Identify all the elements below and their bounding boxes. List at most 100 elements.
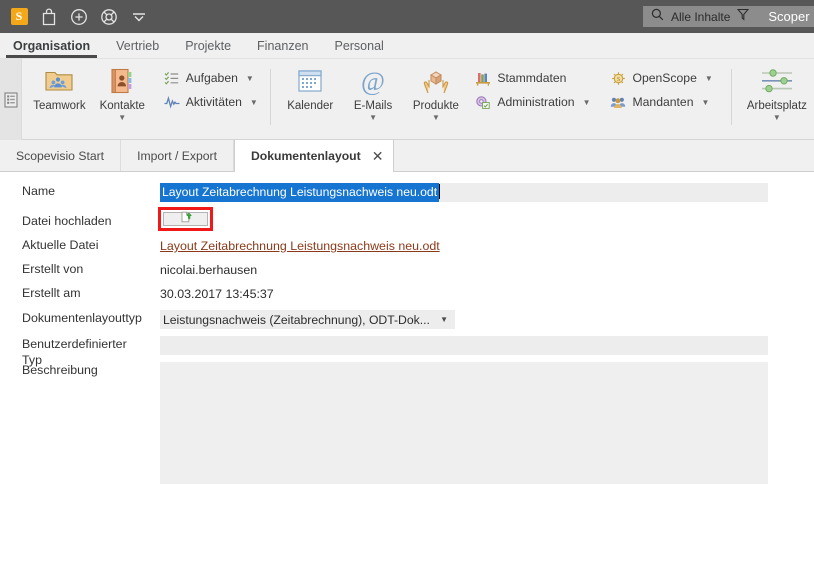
tab-personal[interactable]: Personal xyxy=(321,39,396,58)
created-by-value: nicolai.berhausen xyxy=(160,263,258,277)
chevron-down-icon[interactable]: ▼ xyxy=(705,74,713,83)
layout-type-wrapper: Leistungsnachweis (Zeitabrechnung), ODT-… xyxy=(160,310,455,329)
ribbon-button-stammdaten[interactable]: Stammdaten xyxy=(475,70,594,86)
ribbon-label-kontakte: Kontakte xyxy=(99,100,145,112)
ribbon-button-aufgaben[interactable]: Aufgaben ▼ xyxy=(164,70,262,86)
task-list-icon xyxy=(164,70,180,86)
doc-tab-label: Scopevisio Start xyxy=(16,148,105,163)
upload-button-highlight-annotation xyxy=(158,207,213,231)
sliders-icon xyxy=(757,65,797,97)
chevron-down-icon[interactable]: ▼ xyxy=(440,315,448,324)
chevron-down-icon[interactable] xyxy=(129,7,149,27)
form-row-created-at: Erstellt am 30.03.2017 13:45:37 xyxy=(0,285,814,301)
layout-type-dropdown[interactable]: Leistungsnachweis (Zeitabrechnung), ODT-… xyxy=(160,310,455,329)
form-row-upload: Datei hochladen xyxy=(0,213,814,229)
chevron-down-icon[interactable]: ▼ xyxy=(246,74,254,83)
ribbon-button-kalender[interactable]: Kalender xyxy=(279,59,342,112)
global-search-bar[interactable]: Alle Inhalte Scoper xyxy=(643,6,814,27)
form-row-name: Name Layout Zeitabrechnung Leistungsnach… xyxy=(0,183,814,202)
custom-type-input[interactable] xyxy=(160,336,768,355)
current-file-link[interactable]: Layout Zeitabrechnung Leistungsnachweis … xyxy=(160,239,440,253)
logo-glyph: S xyxy=(10,8,28,25)
chevron-down-icon[interactable]: ▼ xyxy=(432,114,440,122)
calendar-icon xyxy=(296,65,324,97)
box-hands-icon xyxy=(421,65,451,97)
svg-text:S: S xyxy=(617,77,620,83)
name-input[interactable]: Layout Zeitabrechnung Leistungsnachweis … xyxy=(160,183,768,202)
panel-list-icon[interactable] xyxy=(0,59,22,140)
doc-tab-label: Import / Export xyxy=(137,148,217,163)
ribbon-label-administration: Administration xyxy=(497,95,575,109)
doc-tab-label: Dokumentenlayout xyxy=(250,149,361,163)
document-tab-strip: Scopevisio Start Import / Export Dokumen… xyxy=(0,140,814,172)
field-name-wrapper[interactable]: Layout Zeitabrechnung Leistungsnachweis … xyxy=(160,183,768,202)
scopevisio-logo-icon[interactable]: S xyxy=(9,7,29,27)
close-icon[interactable]: ✕ xyxy=(372,149,384,163)
name-input-value: Layout Zeitabrechnung Leistungsnachweis … xyxy=(160,183,440,202)
ribbon-button-produkte[interactable]: Produkte ▼ xyxy=(404,59,467,122)
chevron-down-icon[interactable]: ▼ xyxy=(583,98,591,107)
label-aktuelle-datei: Aktuelle Datei xyxy=(22,238,99,252)
admin-gear-icon xyxy=(475,94,491,110)
shopping-bag-icon[interactable] xyxy=(39,7,59,27)
description-wrapper xyxy=(160,362,768,484)
ribbon-label-openscope: OpenScope xyxy=(632,71,697,85)
main-navigation-tabs: Organisation Vertrieb Projekte Finanzen … xyxy=(0,33,814,59)
ribbon-toolbar: Teamwork Kontakte ▼ Aufgaben ▼ Aktivität… xyxy=(0,59,814,140)
created-at-value: 30.03.2017 13:45:37 xyxy=(160,287,274,301)
chevron-down-icon[interactable]: ▼ xyxy=(250,98,258,107)
label-erstellt-am: Erstellt am xyxy=(22,286,81,300)
ribbon-divider-2 xyxy=(730,69,732,125)
text-caret xyxy=(439,184,441,199)
chevron-down-icon[interactable]: ▼ xyxy=(701,98,709,107)
tab-finanzen[interactable]: Finanzen xyxy=(244,39,321,58)
label-datei-hochladen: Datei hochladen xyxy=(22,214,112,228)
form-row-layout-type: Dokumentenlayouttyp Leistungsnachweis (Z… xyxy=(0,310,814,329)
tab-projekte[interactable]: Projekte xyxy=(172,39,244,58)
ribbon-button-emails[interactable]: @ E-Mails ▼ xyxy=(342,59,405,122)
ribbon-label-mandanten: Mandanten xyxy=(632,95,694,109)
tab-vertrieb[interactable]: Vertrieb xyxy=(103,39,172,58)
ribbon-button-administration[interactable]: Administration ▼ xyxy=(475,94,594,110)
label-dokumentenlayouttyp: Dokumentenlayouttyp xyxy=(22,311,142,325)
ribbon-button-aktivitaeten[interactable]: Aktivitäten ▼ xyxy=(164,94,262,110)
folder-people-icon xyxy=(44,65,74,97)
form-row-created-by: Erstellt von nicolai.berhausen xyxy=(0,261,814,277)
funnel-icon[interactable] xyxy=(737,8,750,26)
chevron-down-icon[interactable]: ▼ xyxy=(773,114,781,122)
application-window: S Alle Inhalte Scoper Organisation Vertr… xyxy=(0,0,814,570)
created-by-wrapper: nicolai.berhausen xyxy=(160,261,257,279)
books-shelf-icon xyxy=(475,70,491,86)
label-name: Name xyxy=(22,184,56,198)
current-file-wrapper: Layout Zeitabrechnung Leistungsnachweis … xyxy=(160,237,440,255)
description-textarea[interactable] xyxy=(160,362,768,484)
ribbon-button-kontakte[interactable]: Kontakte ▼ xyxy=(91,59,154,122)
form-row-description: Beschreibung xyxy=(0,362,814,484)
doc-tab-dokumentenlayout[interactable]: Dokumentenlayout ✕ xyxy=(233,140,395,172)
account-label[interactable]: Scoper xyxy=(768,9,809,24)
doc-tab-import-export[interactable]: Import / Export xyxy=(121,140,234,171)
ribbon-label-produkte: Produkte xyxy=(412,100,459,112)
magnifier-icon xyxy=(651,8,664,26)
ribbon-button-openscope[interactable]: S OpenScope ▼ xyxy=(610,70,716,86)
form-row-current-file: Aktuelle Datei Layout Zeitabrechnung Lei… xyxy=(0,237,814,253)
ribbon-label-aufgaben: Aufgaben xyxy=(185,71,238,85)
chevron-down-icon[interactable]: ▼ xyxy=(118,114,126,122)
ribbon-button-arbeitsplatz[interactable]: Arbeitsplatz ▼ xyxy=(740,59,814,122)
chevron-down-icon[interactable]: ▼ xyxy=(369,114,377,122)
tab-organisation[interactable]: Organisation xyxy=(0,39,103,58)
lifebuoy-help-icon[interactable] xyxy=(99,7,119,27)
created-at-wrapper: 30.03.2017 13:45:37 xyxy=(160,285,274,303)
custom-type-wrapper xyxy=(160,336,768,355)
plus-circle-icon[interactable] xyxy=(69,7,89,27)
doc-tab-scopevisio-start[interactable]: Scopevisio Start xyxy=(0,140,122,171)
ribbon-button-mandanten[interactable]: Mandanten ▼ xyxy=(610,94,716,110)
label-beschreibung: Beschreibung xyxy=(22,363,98,377)
ribbon-label-stammdaten: Stammdaten xyxy=(497,71,567,85)
openscope-icon: S xyxy=(610,70,626,86)
clients-people-icon xyxy=(610,94,626,110)
ribbon-small-group-2: Stammdaten Administration ▼ xyxy=(475,59,594,110)
ribbon-small-group-1: Aufgaben ▼ Aktivitäten ▼ xyxy=(164,59,262,110)
ribbon-small-group-3: S OpenScope ▼ Mandanten ▼ xyxy=(610,59,716,110)
ribbon-button-teamwork[interactable]: Teamwork xyxy=(28,59,91,112)
